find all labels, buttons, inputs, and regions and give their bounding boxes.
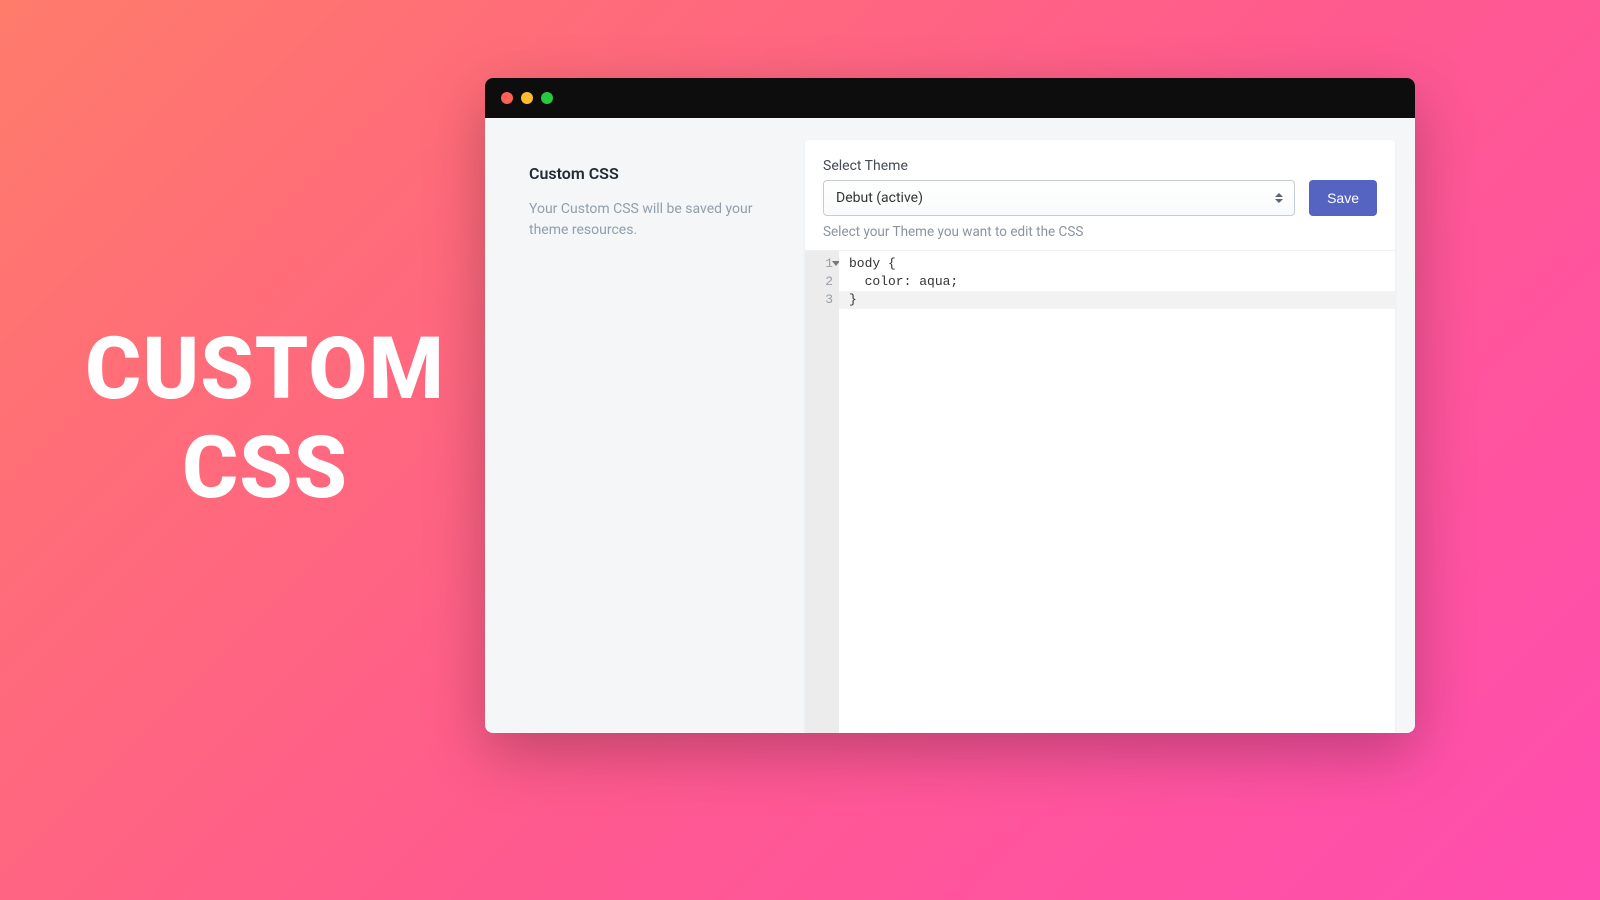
editor-line-number: 1 [805,255,833,273]
app-window: Custom CSS Your Custom CSS will be saved… [485,78,1415,733]
save-button[interactable]: Save [1309,180,1377,216]
editor-code-line[interactable]: } [839,291,1395,309]
select-caret-icon [1274,191,1284,205]
window-minimize-icon[interactable] [521,92,533,104]
theme-select-value: Debut (active) [836,190,923,206]
window-titlebar [485,78,1415,118]
hero-text: CUSTOM CSS [55,320,475,518]
editor-gutter: 123 [805,251,839,733]
window-zoom-icon[interactable] [541,92,553,104]
editor-code-line[interactable]: color: aqua; [849,273,1395,291]
section-title: Custom CSS [529,164,775,183]
hero-line-1: CUSTOM [55,320,475,419]
editor-line-number: 3 [805,291,833,309]
editor-panel: Select Theme Debut (active) Save Select … [805,140,1395,733]
hero-line-2: CSS [55,419,475,518]
editor-code-line[interactable]: body { [849,255,1395,273]
css-editor[interactable]: 123 body { color: aqua;} [805,250,1395,733]
section-description: Your Custom CSS will be saved your theme… [529,199,775,241]
theme-select[interactable]: Debut (active) [823,180,1295,216]
theme-select-helper: Select your Theme you want to edit the C… [823,224,1377,240]
window-close-icon[interactable] [501,92,513,104]
side-column: Custom CSS Your Custom CSS will be saved… [505,140,785,733]
editor-line-number: 2 [805,273,833,291]
theme-select-label: Select Theme [823,158,1377,174]
editor-code-area[interactable]: body { color: aqua;} [839,251,1395,733]
